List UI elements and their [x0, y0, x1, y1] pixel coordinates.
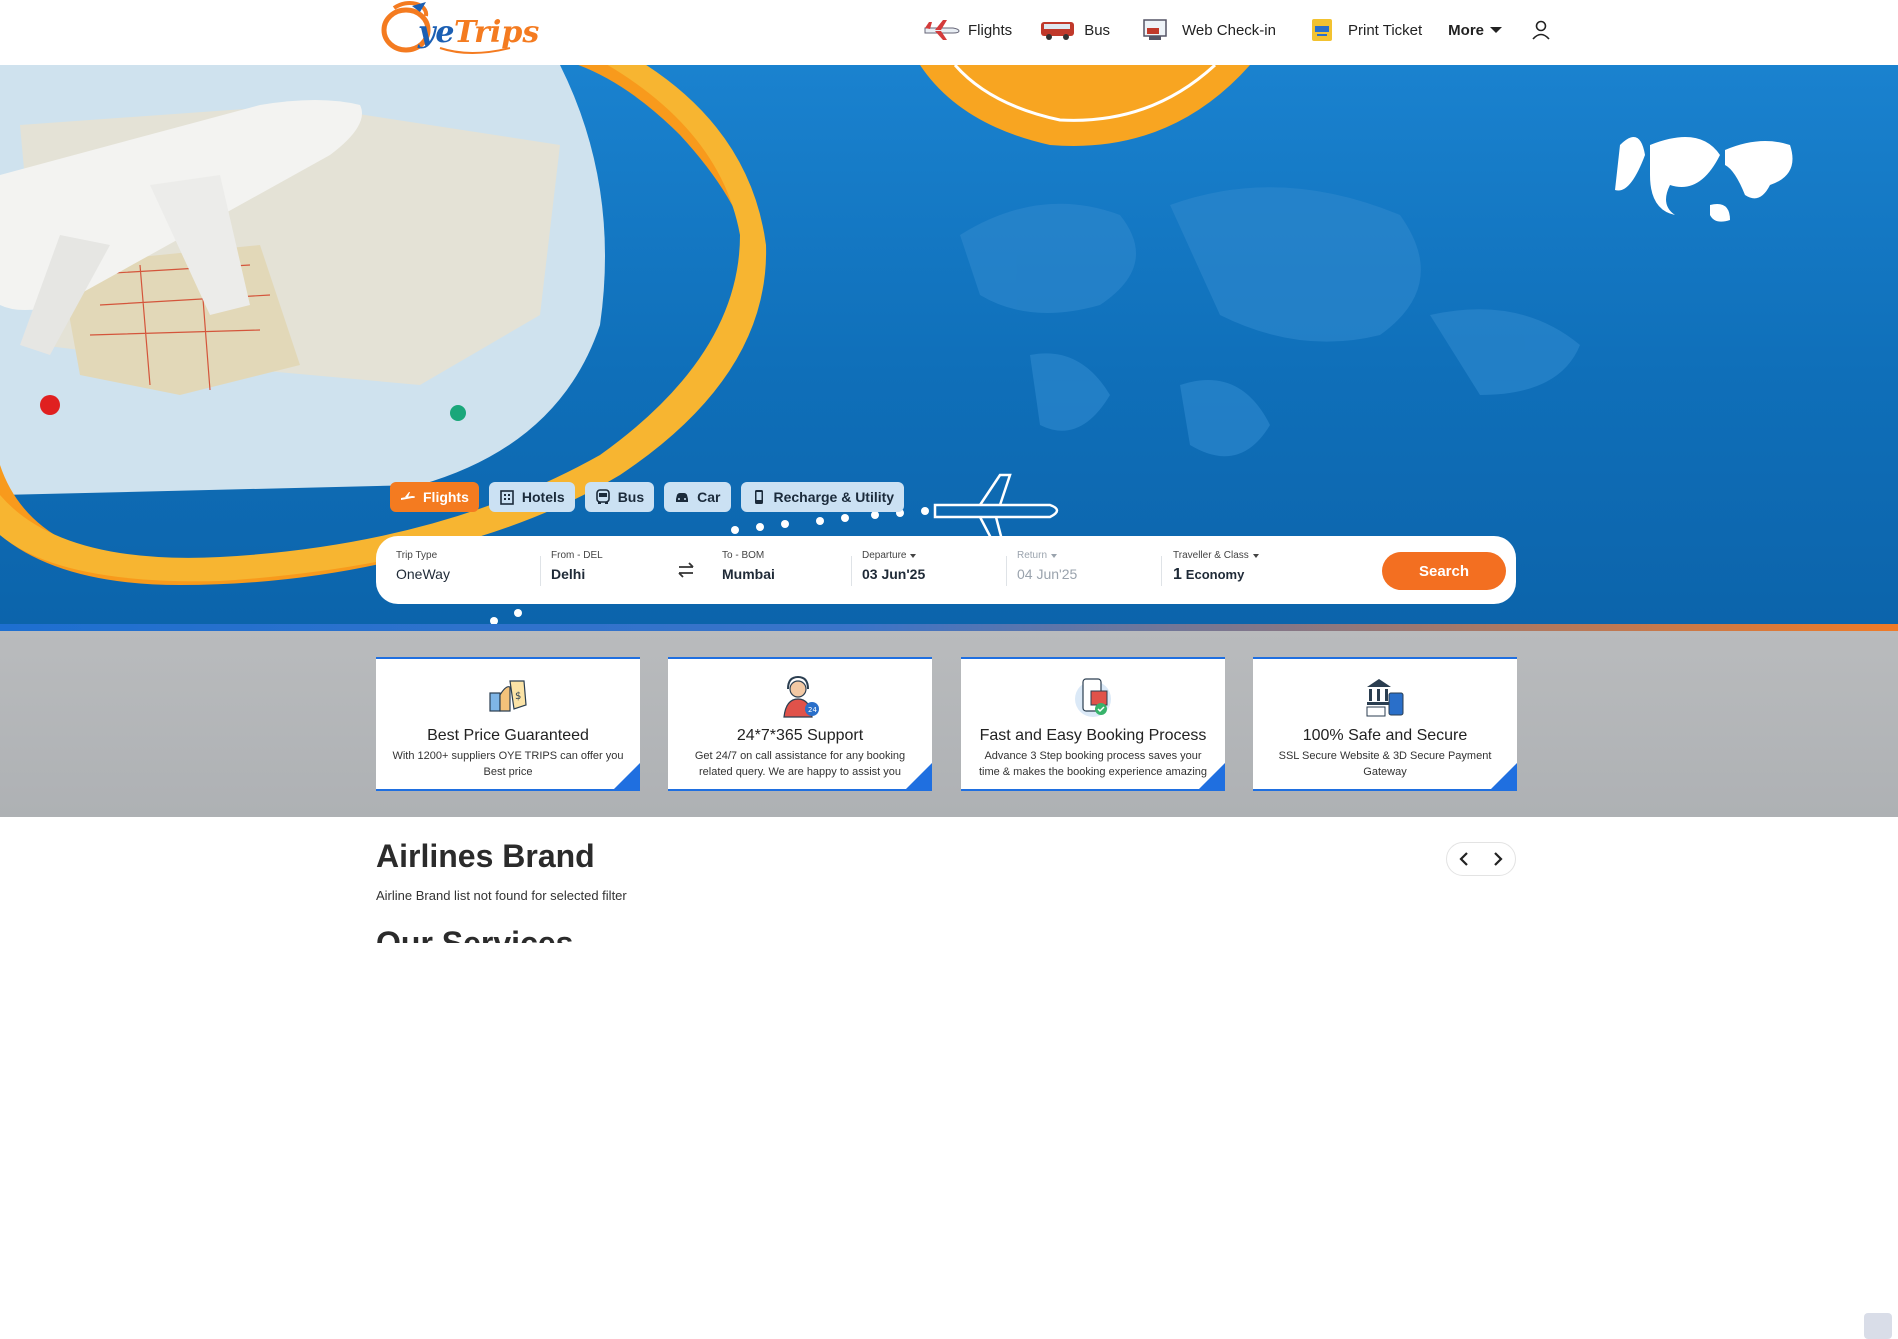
tab-label: Flights: [423, 489, 469, 505]
departure-label: Departure: [862, 550, 907, 561]
corner-decoration: [1199, 763, 1225, 789]
feature-card: Fast and Easy Booking Process Advance 3 …: [961, 657, 1225, 791]
svg-text:$: $: [515, 691, 521, 702]
car-icon: [676, 493, 689, 502]
feature-title: 100% Safe and Secure: [1302, 727, 1468, 744]
svg-text:ye: ye: [417, 15, 455, 50]
departure-field[interactable]: Departure 03 Jun'25: [862, 550, 925, 582]
nav-web-checkin[interactable]: Web Check-in: [1136, 16, 1276, 44]
chevron-left-icon: [1459, 852, 1468, 866]
flight-search-form: Trip Type OneWay From - DEL Delhi To - B…: [376, 536, 1516, 604]
divider: [1161, 556, 1162, 586]
building-icon: [500, 490, 514, 505]
swap-icon[interactable]: [674, 558, 698, 582]
secure-bank-icon: [1366, 679, 1404, 717]
trip-type-field[interactable]: Trip Type OneWay: [396, 550, 450, 582]
feature-title: 24*7*365 Support: [736, 727, 864, 744]
corner-decoration: [906, 763, 932, 789]
from-field[interactable]: From - DEL Delhi: [551, 550, 603, 582]
from-label: From - DEL: [551, 550, 603, 561]
chevron-down-icon: [910, 553, 917, 558]
search-button[interactable]: Search: [1382, 552, 1506, 590]
svg-text:Trips: Trips: [454, 15, 539, 50]
traveller-class-field[interactable]: Traveller & Class 1 Economy: [1173, 550, 1259, 584]
booking-tabs: Flights Hotels Bus Car Recharge & Utilit…: [390, 482, 914, 512]
tab-car[interactable]: Car: [664, 482, 731, 512]
nav-label: Web Check-in: [1182, 21, 1276, 39]
tab-label: Recharge & Utility: [773, 489, 895, 505]
divider: [1006, 556, 1007, 586]
features-band: $ Best Price Guaranteed With 1200+ suppl…: [0, 631, 1898, 1339]
airplane-icon: [401, 492, 415, 500]
traveller-count: 1: [1173, 566, 1182, 583]
nav-label: Print Ticket: [1347, 21, 1423, 39]
bus-icon: [595, 489, 610, 504]
price-tag-icon: $: [489, 680, 527, 712]
to-label: To - BOM: [722, 550, 765, 561]
return-value: 04 Jun'25: [1017, 566, 1078, 582]
tab-recharge-utility[interactable]: Recharge & Utility: [740, 482, 905, 512]
svg-text:24: 24: [808, 706, 817, 714]
feature-card: 24 24*7*365 Support Get 24/7 on call ass…: [668, 657, 932, 791]
divider: [851, 556, 852, 586]
traveller-class-label: Traveller & Class: [1173, 550, 1249, 561]
tab-hotels[interactable]: Hotels: [488, 482, 575, 512]
feature-description: With 1200+ suppliers OYE TRIPS can offer…: [392, 750, 624, 778]
nav-label: Bus: [1084, 21, 1111, 39]
nav-flights[interactable]: Flights: [922, 16, 1012, 44]
mobile-icon: [754, 490, 763, 504]
return-label: Return: [1017, 550, 1048, 561]
feature-description: SSL Secure Website & 3D Secure Payment G…: [1278, 750, 1492, 778]
airlines-empty-message: Airline Brand list not found for selecte…: [376, 888, 627, 903]
feature-card: $ Best Price Guaranteed With 1200+ suppl…: [376, 657, 640, 791]
chevron-down-icon: [1490, 27, 1503, 33]
corner-decoration: [1491, 763, 1517, 789]
tab-label: Car: [697, 489, 721, 505]
chevron-down-icon: [1051, 553, 1058, 558]
tab-label: Bus: [617, 489, 645, 505]
nav-bus[interactable]: Bus: [1038, 16, 1110, 44]
nav-label: Flights: [968, 21, 1013, 39]
to-value: Mumbai: [722, 566, 775, 582]
oyetrips-logo[interactable]: ye Trips: [376, 0, 546, 62]
carousel-controls: [1446, 842, 1516, 876]
feature-description: Get 24/7 on call assistance for any book…: [694, 750, 906, 778]
to-field[interactable]: To - BOM Mumbai: [722, 550, 775, 582]
carousel-next-button[interactable]: [1488, 849, 1508, 869]
divider: [540, 556, 541, 586]
departure-value: 03 Jun'25: [862, 566, 926, 582]
web-checkin-icon: [1136, 16, 1176, 44]
side-feedback-widget[interactable]: [1864, 1313, 1892, 1339]
nav-more-dropdown[interactable]: More: [1448, 21, 1503, 39]
traveller-class-value: Economy: [1185, 567, 1245, 582]
feature-title: Best Price Guaranteed: [427, 727, 589, 744]
tab-flights[interactable]: Flights: [390, 482, 479, 512]
carousel-prev-button[interactable]: [1454, 849, 1474, 869]
chevron-down-icon: [1252, 553, 1259, 558]
main-nav: Flights Bus Web Check-in Print Ticket Mo…: [922, 14, 1552, 46]
nav-more-label: More: [1448, 21, 1485, 39]
nav-print-ticket[interactable]: Print Ticket: [1302, 16, 1422, 44]
chevron-right-icon: [1494, 852, 1503, 866]
feature-description: Advance 3 Step booking process saves you…: [978, 750, 1208, 778]
from-value: Delhi: [551, 566, 586, 582]
feature-card: 100% Safe and Secure SSL Secure Website …: [1253, 657, 1517, 791]
feature-title: Fast and Easy Booking Process: [979, 727, 1207, 744]
site-header: ye Trips Flights Bus Web Check-in Print …: [0, 0, 1898, 65]
tab-bus[interactable]: Bus: [584, 482, 655, 512]
hero-divider-line: [0, 624, 1898, 631]
trip-type-value: OneWay: [396, 566, 450, 582]
trip-type-label: Trip Type: [396, 550, 438, 561]
tab-label: Hotels: [521, 489, 565, 505]
section-title-services: Our Services: [376, 928, 573, 943]
corner-decoration: [614, 763, 640, 789]
airplane-icon: [922, 16, 962, 44]
print-ticket-icon: [1302, 16, 1342, 44]
bus-icon: [1038, 16, 1078, 44]
user-icon[interactable]: [1530, 19, 1552, 41]
return-field[interactable]: Return 04 Jun'25: [1017, 550, 1077, 582]
support-agent-icon: 24: [783, 675, 819, 718]
booking-icon: [1075, 678, 1111, 717]
section-title-airlines: Airlines Brand: [376, 838, 595, 874]
